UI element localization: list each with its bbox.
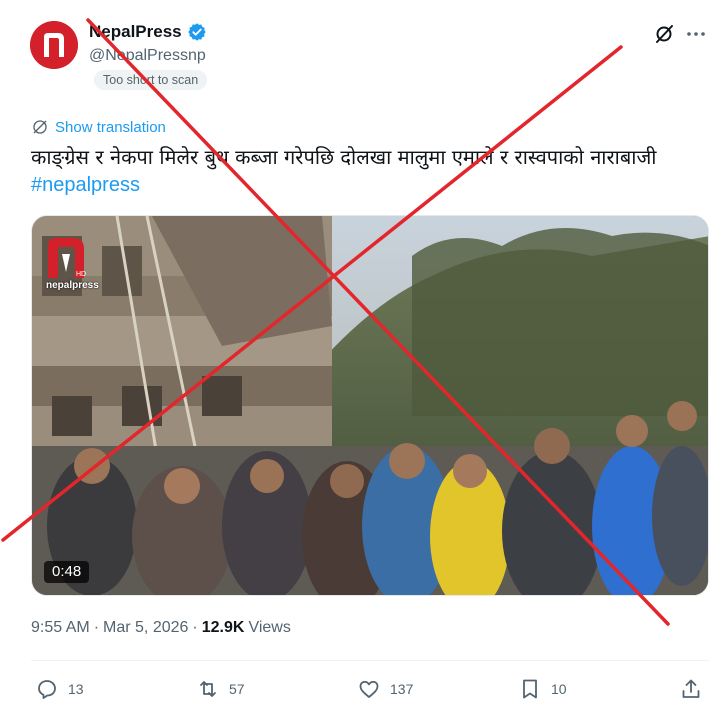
more-icon[interactable]: [684, 22, 708, 46]
like-count: 137: [390, 681, 414, 697]
verified-badge-icon[interactable]: [187, 22, 207, 42]
post-time[interactable]: 9:55 AM: [31, 619, 90, 637]
like-icon: [359, 680, 379, 698]
reply-icon: [38, 680, 56, 699]
author-handle[interactable]: @NepalPressnp: [89, 47, 206, 65]
video-thumbnail: [32, 216, 708, 595]
tweet-card[interactable]: NepalPress @NepalPressnp Too short to sc…: [0, 0, 725, 712]
repost-button[interactable]: 57: [196, 677, 245, 701]
reply-count: 13: [68, 681, 84, 697]
meta-separator: ·: [93, 619, 100, 636]
share-icon: [682, 679, 700, 698]
bookmark-button[interactable]: 10: [518, 677, 567, 701]
hashtag-link[interactable]: #nepalpress: [31, 171, 140, 199]
action-bar: 13 57 137 10: [31, 677, 709, 707]
watermark-text: nepalpress: [46, 280, 99, 291]
reply-button[interactable]: 13: [35, 677, 84, 701]
scan-status-badge: Too short to scan: [94, 70, 208, 90]
video-duration: 0:48: [44, 561, 90, 583]
video-player[interactable]: HD nepalpress 0:48: [31, 215, 709, 596]
share-button[interactable]: [679, 677, 703, 701]
video-watermark-logo: HD nepalpress: [44, 234, 99, 296]
hd-badge: HD: [76, 271, 86, 278]
tweet-text: काङ्ग्रेस र नेकपा मिलेर बुथ कब्जा गरेपछि…: [31, 145, 657, 169]
show-translation-link[interactable]: Show translation: [31, 118, 166, 136]
divider: [31, 660, 709, 661]
views-label: Views: [248, 619, 291, 636]
nepalpress-watermark-icon: HD: [48, 238, 86, 278]
bookmark-count: 10: [551, 681, 567, 697]
translate-icon: [33, 120, 47, 134]
bookmark-icon: [523, 679, 537, 699]
meta-separator: ·: [192, 619, 198, 636]
views-count: 12.9K: [201, 619, 245, 636]
grok-icon[interactable]: [652, 22, 676, 46]
post-date[interactable]: Mar 5, 2026: [103, 619, 188, 637]
repost-icon: [200, 681, 216, 697]
author-display-name[interactable]: NepalPress: [89, 22, 182, 42]
show-translation-label: Show translation: [55, 118, 166, 136]
nepalpress-logo-icon: [30, 21, 78, 69]
author-name-row: NepalPress: [89, 22, 207, 42]
avatar[interactable]: [30, 21, 78, 69]
like-button[interactable]: 137: [357, 677, 413, 701]
tweet-meta: 9:55 AM · Mar 5, 2026 · 12.9K Views: [31, 619, 291, 637]
repost-count: 57: [229, 681, 245, 697]
